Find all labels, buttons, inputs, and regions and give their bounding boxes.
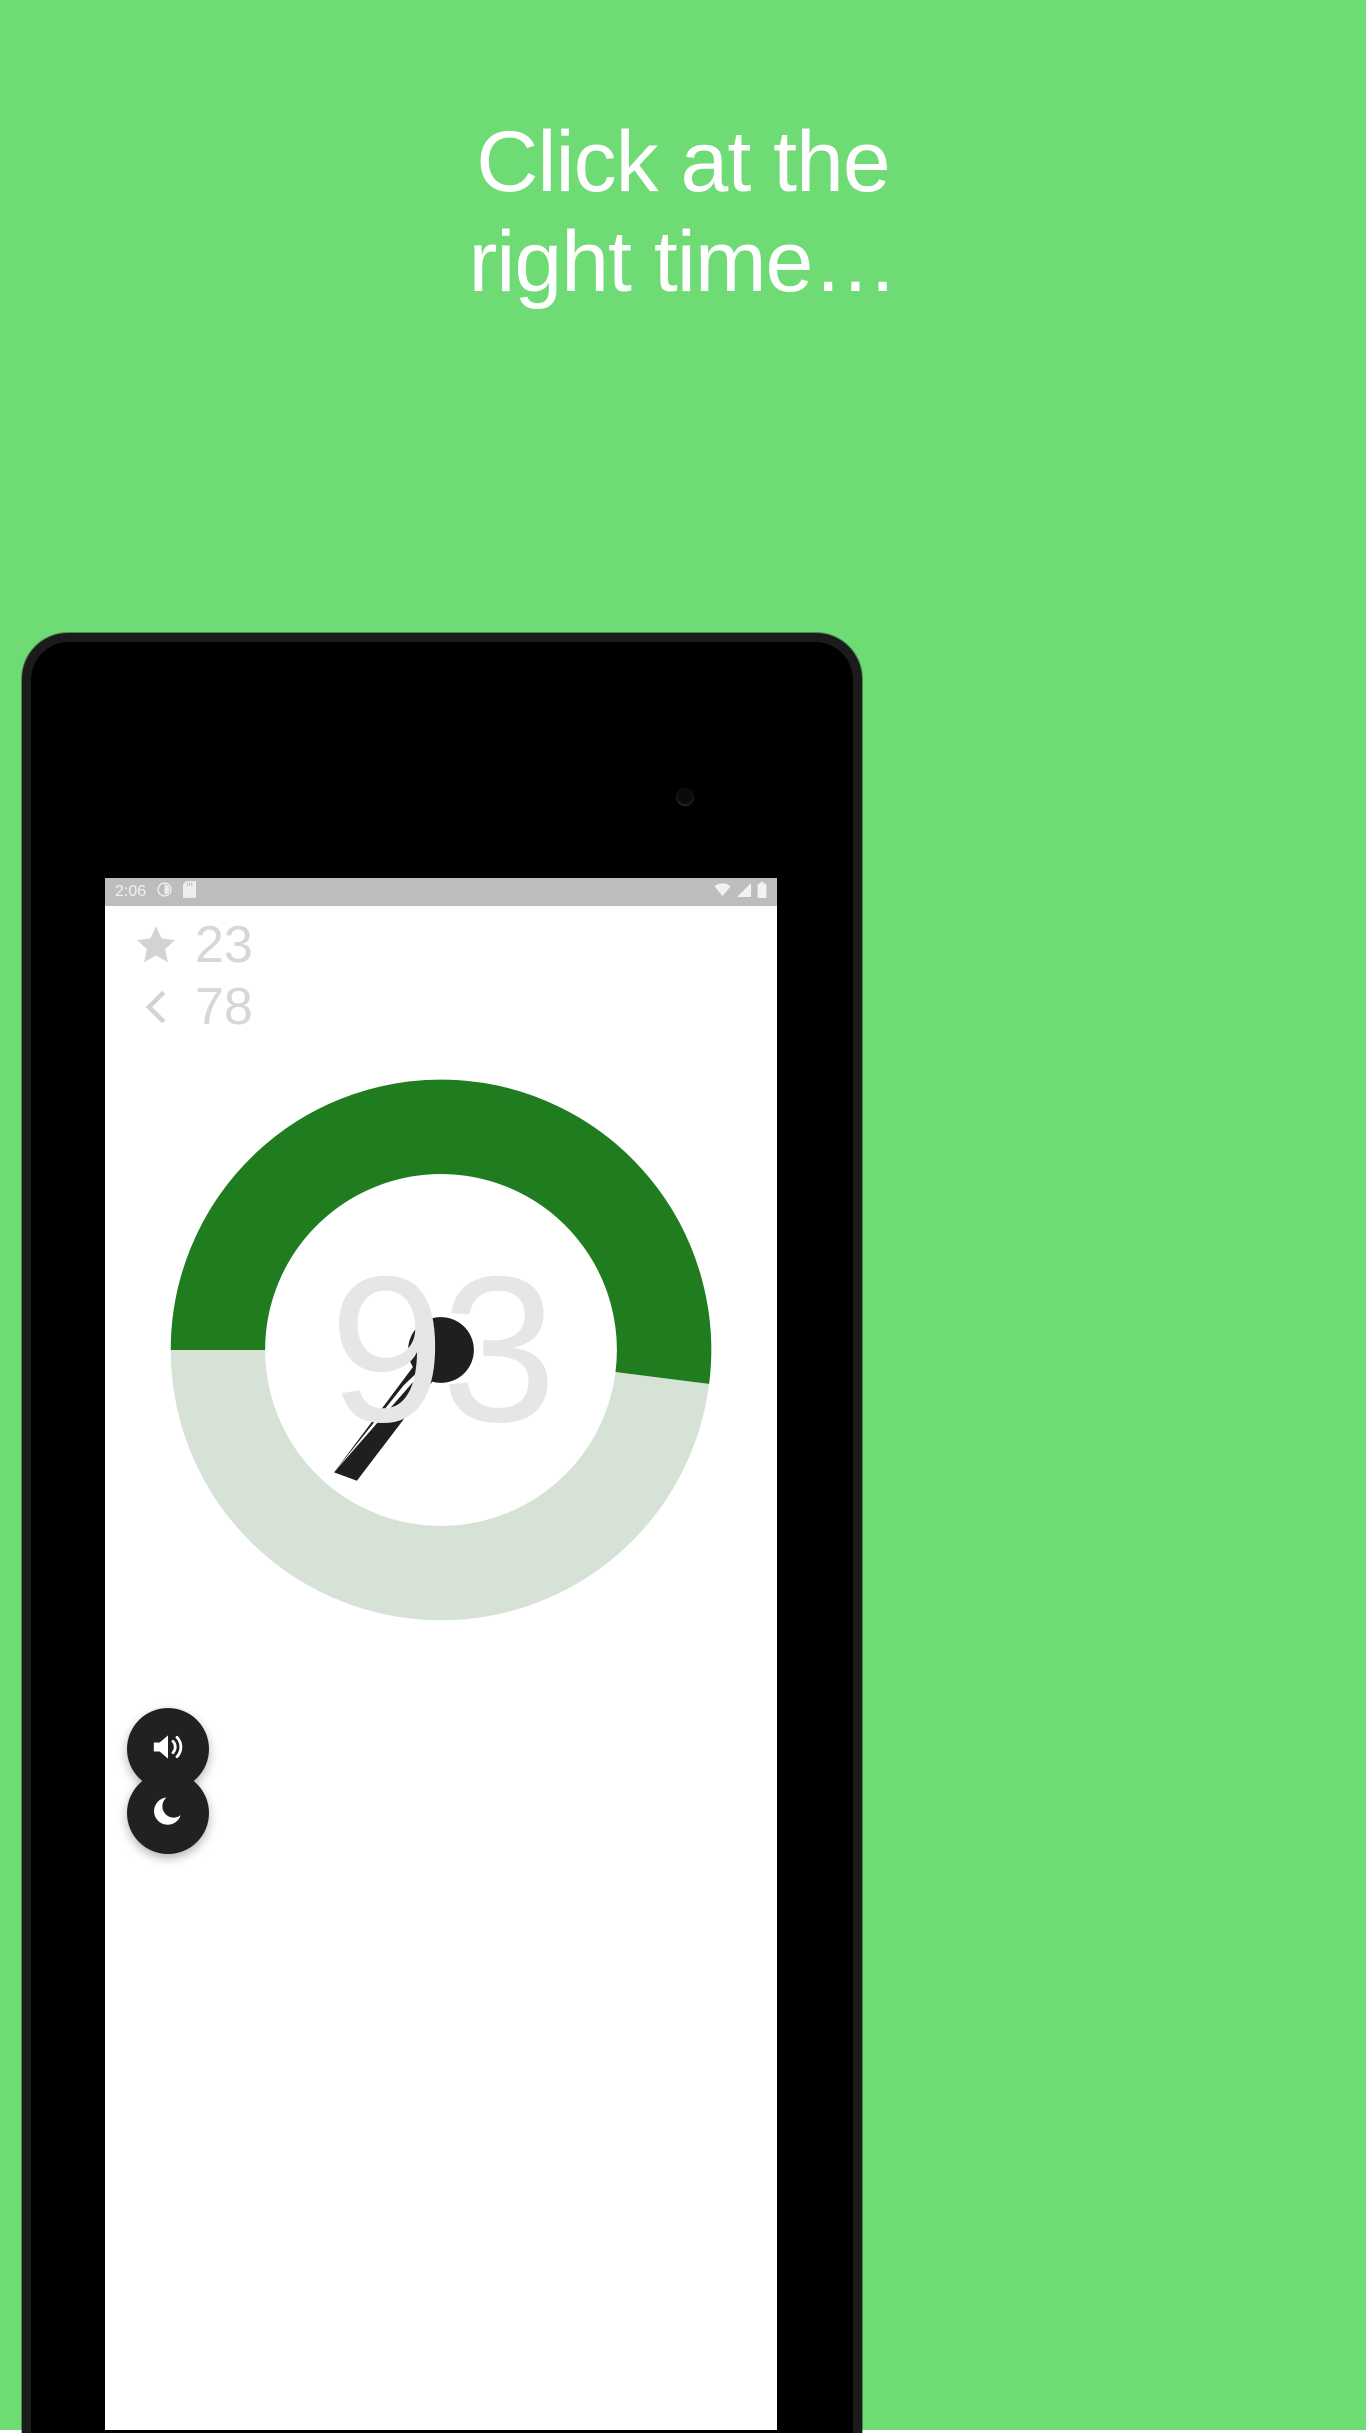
score-value-best: 23 [195,916,253,974]
volume-icon [148,1727,188,1772]
score-panel: 23 78 [127,914,447,1038]
battery-icon [757,881,767,903]
gauge-value-label: 93 [329,1234,556,1466]
status-bar-left: 2:06 [115,881,197,903]
wifi-icon [714,882,731,902]
app-screen: 2:06 23 78 93 [105,878,777,2430]
timing-gauge[interactable]: 93 [155,1064,727,1636]
score-value-previous: 78 [195,978,253,1036]
star-icon [127,922,185,968]
chevron-left-icon [127,984,185,1030]
score-row-previous: 78 [127,976,447,1038]
status-bar-right [714,881,767,903]
status-bar-time: 2:06 [115,883,147,900]
night-mode-toggle-button[interactable] [127,1772,209,1854]
score-row-best: 23 [127,914,447,976]
moon-icon [149,1792,187,1835]
sd-card-icon [183,881,197,903]
status-bar: 2:06 [105,878,777,906]
promo-headline: Click at the right time… [468,114,899,310]
front-camera-icon [676,788,694,806]
brightness-icon [156,881,173,903]
signal-icon [736,882,752,902]
